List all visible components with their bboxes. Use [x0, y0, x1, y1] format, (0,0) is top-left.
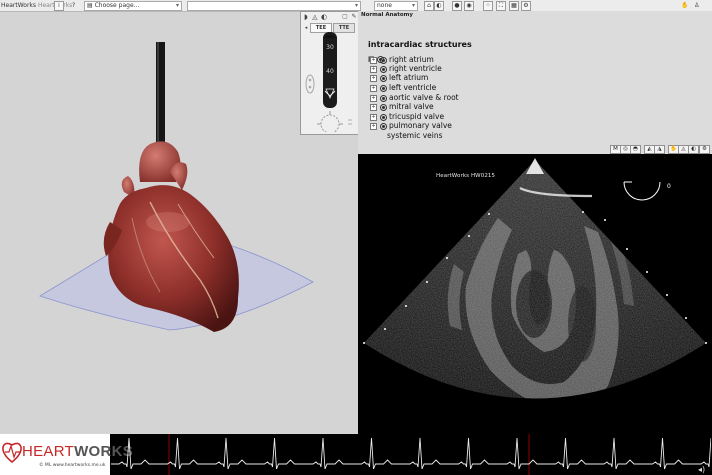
settings-icon[interactable]: ⚙ [699, 145, 710, 154]
chevron-down-icon: ▾ [354, 2, 358, 9]
hand-icon[interactable]: ✋ [681, 1, 688, 10]
page-select[interactable]: ▤ Choose page... ▾ [84, 1, 182, 11]
eye-icon[interactable] [380, 74, 387, 82]
settings-icon[interactable]: ⚙ [521, 1, 531, 11]
mode-select[interactable]: none ▾ [374, 1, 418, 11]
expand-icon[interactable]: + [370, 103, 377, 111]
ecg-trace [111, 434, 711, 475]
dotted-icon[interactable]: ⁘ [483, 1, 493, 11]
eye-icon[interactable] [380, 122, 387, 130]
anatomy-heading: intracardiac structures [368, 40, 472, 49]
shoe-icon[interactable]: ⌂ [424, 1, 434, 11]
probe-depth-widget[interactable]: 30 40 [301, 32, 358, 132]
tree-item-aortic-valve[interactable]: + aortic valve & root [370, 93, 459, 102]
speaker-icon[interactable]: ◂) [698, 465, 705, 474]
eye-icon[interactable] [380, 113, 387, 121]
tree-item-systemic-veins[interactable]: systemic veins [381, 131, 443, 140]
help-icon[interactable]: ? [72, 1, 75, 10]
tree-item-pulmonary-valve[interactable]: + pulmonary valve [370, 121, 452, 130]
ultrasound-toolbar: M ◎ ◓ ◭ ◮ ✋ ◬ ◐ ⚙ [358, 144, 712, 154]
expand-icon[interactable]: + [370, 56, 377, 64]
page-select-value: Choose page... [94, 2, 140, 9]
eye-icon[interactable] [380, 94, 387, 102]
depth-label-30: 30 [326, 44, 334, 51]
fit-icon[interactable]: ⛶ [496, 1, 506, 11]
depth-label-40: 40 [326, 68, 334, 75]
mode-select-value: none [377, 2, 392, 9]
expand-icon[interactable]: + [370, 113, 377, 121]
logo-heart-icon [2, 442, 22, 464]
logo-url: © ML www.heartworks.me.uk [39, 463, 106, 468]
layout-icon[interactable]: ▦ [509, 1, 519, 11]
anatomy-panel: Normal Anatomy intracardiac structures ▦… [358, 11, 712, 144]
bottom-strip: HEARTWORKS © ML www.heartworks.me.uk ◂) [0, 434, 712, 475]
eye-icon[interactable] [380, 56, 387, 64]
eye-icon[interactable]: ◐ [434, 1, 444, 11]
expand-icon[interactable]: + [370, 94, 377, 102]
eye-icon[interactable]: ◐ [320, 13, 328, 21]
eye-icon[interactable] [380, 84, 387, 92]
angle-indicator [623, 181, 661, 201]
view-select[interactable]: ▾ [187, 1, 361, 11]
tree-item-left-atrium[interactable]: + left atrium [370, 73, 428, 82]
grab-icon[interactable]: ⁞ [54, 1, 64, 11]
ultrasound-view[interactable]: HeartWorks HW0215 0 [358, 154, 712, 434]
chevron-down-icon: ▾ [175, 2, 179, 9]
expand-icon[interactable]: + [370, 122, 377, 130]
pin-icon[interactable]: ✎ [350, 13, 358, 21]
ultrasound-image [363, 158, 707, 399]
record-icon[interactable]: ● [452, 1, 462, 11]
probe-control-panel: ◗ ◬ ◐ ▢ ✎ ◂ TEE TTE 30 40 [300, 11, 359, 135]
drop-icon[interactable]: ◬ [311, 13, 319, 21]
mirror-icon[interactable]: ◮ [654, 145, 665, 154]
eye-icon[interactable]: ◐ [688, 145, 699, 154]
heartworks-logo: HEARTWORKS © ML www.heartworks.me.uk [0, 434, 133, 475]
tree-item-tricuspid-valve[interactable]: + tricuspid valve [370, 112, 444, 121]
tree-item-right-atrium[interactable]: + right atrium [370, 55, 434, 64]
expand-icon[interactable]: + [370, 74, 377, 82]
tree-item-mitral-valve[interactable]: + mitral valve [370, 102, 434, 111]
ultrasound-label: HeartWorks HW0215 [436, 173, 496, 179]
probe-icon[interactable]: ◗ [302, 13, 310, 21]
reset-icon[interactable]: ▢ [341, 13, 349, 21]
collapse-icon[interactable]: ◂ [302, 24, 310, 32]
gauge-icon[interactable]: ◓ [630, 145, 641, 154]
eye-icon[interactable] [380, 103, 387, 111]
camera-icon[interactable]: ◉ [464, 1, 474, 11]
person-icon[interactable]: ♙ [694, 1, 699, 10]
expand-icon[interactable]: + [370, 84, 377, 92]
page-select-icon: ▤ [87, 2, 93, 9]
angle-readout: 0 [667, 183, 671, 190]
ecg-waveform [111, 437, 711, 470]
chevron-down-icon: ▾ [411, 2, 415, 9]
anatomy-bar-title: Normal Anatomy [361, 12, 413, 18]
tree-item-left-ventricle[interactable]: + left ventricle [370, 83, 436, 92]
expand-icon[interactable]: + [370, 65, 377, 73]
tree-item-right-ventricle[interactable]: + right ventricle [370, 64, 442, 73]
eye-icon[interactable] [380, 65, 387, 73]
